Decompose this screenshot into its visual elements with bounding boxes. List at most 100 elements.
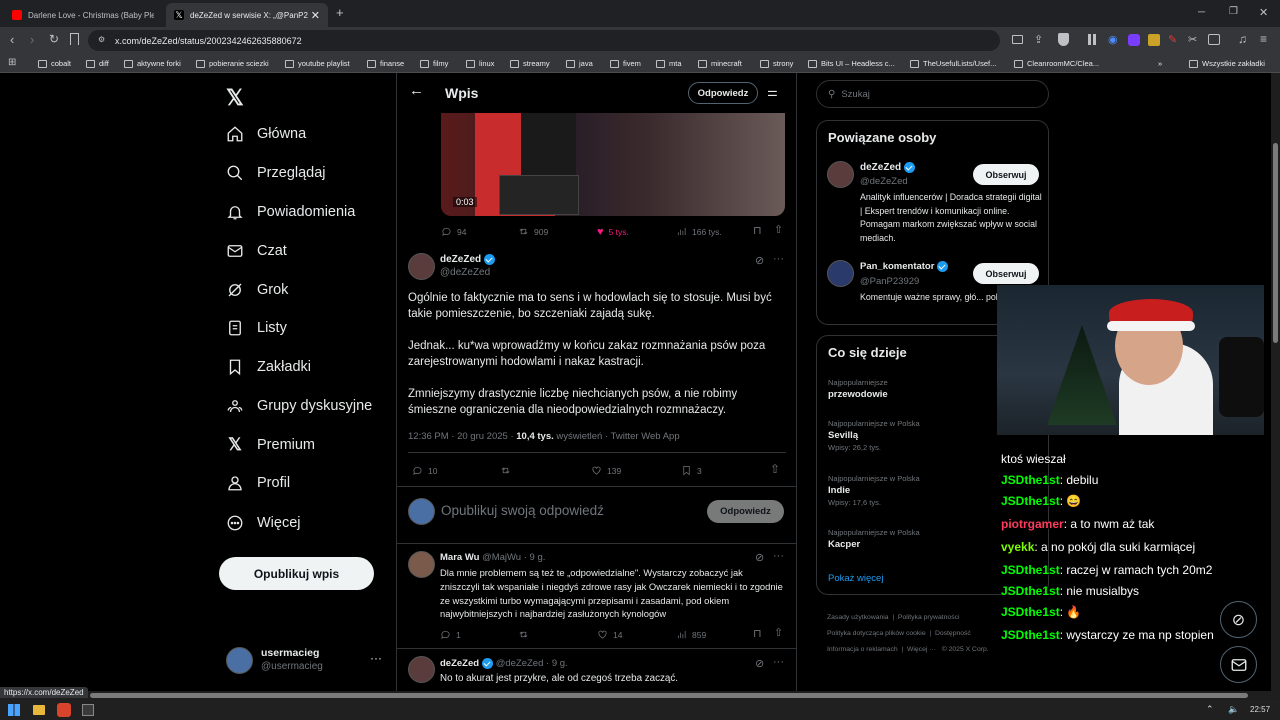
footer-link[interactable]: Zasady użytkowania xyxy=(827,614,889,621)
extension-icon-4[interactable]: ✎ xyxy=(1168,33,1177,46)
person-name[interactable]: deZeZed xyxy=(860,162,916,173)
repost-button[interactable] xyxy=(518,629,534,640)
footer-link[interactable]: Dostępność xyxy=(935,630,971,637)
trend-item[interactable]: Najpopularniejsze przewodowie xyxy=(828,378,888,400)
minimize-icon[interactable]: ─ xyxy=(1198,7,1205,18)
brave-browser-icon[interactable] xyxy=(57,703,71,717)
submit-reply-button[interactable]: Odpowiedz xyxy=(707,500,784,523)
menu-icon[interactable]: ≡ xyxy=(1260,32,1267,46)
share-icon[interactable]: ⇧ xyxy=(774,626,783,639)
extension-icon-5[interactable]: ✂ xyxy=(1188,33,1197,46)
like-count[interactable]: 139 xyxy=(591,465,621,476)
bookmark-item[interactable]: CleanroomMC/Clea... xyxy=(1014,56,1099,71)
trend-item[interactable]: Najpopularniejsze w Polska Kacper xyxy=(828,528,920,550)
bookmark-folder[interactable]: streamy xyxy=(510,56,550,71)
repost-count[interactable]: 909 xyxy=(518,226,548,237)
close-window-icon[interactable]: ✕ xyxy=(1259,6,1268,19)
app-icon[interactable] xyxy=(82,704,94,716)
bookmark-folder[interactable]: filmy xyxy=(420,56,448,71)
extension-icon-1[interactable]: ◉ xyxy=(1108,33,1118,46)
bookmark-folder[interactable]: java xyxy=(566,56,593,71)
bookmark-item[interactable]: pobieranie sciezki xyxy=(196,56,269,71)
new-tab-button[interactable]: + xyxy=(336,5,344,20)
reply-count[interactable]: 1 xyxy=(440,629,461,640)
bookmark-item[interactable]: youtube playlist xyxy=(285,56,350,71)
account-switcher[interactable]: usermacieg @usermacieg ··· xyxy=(226,645,386,677)
post-more-icon[interactable]: ··· xyxy=(773,253,784,265)
footer-link[interactable]: Informacja o reklamach xyxy=(827,646,898,653)
shield-icon[interactable] xyxy=(1058,33,1069,46)
bookmarks-overflow-button[interactable]: » xyxy=(1158,56,1162,71)
restore-icon[interactable]: ❐ xyxy=(1229,6,1238,17)
grok-float-icon[interactable]: ⊘ xyxy=(1220,601,1257,638)
bookmark-item[interactable]: TheUsefulLists/Usef... xyxy=(910,56,996,71)
sidebar-item-premium[interactable]: 𝕏 Premium xyxy=(226,432,315,458)
sidebar-item-notifications[interactable]: Powiadomienia xyxy=(226,199,355,225)
tray-chevron-icon[interactable]: ⌃ xyxy=(1206,704,1214,715)
avatar[interactable] xyxy=(827,161,854,188)
bookmark-icon[interactable]: ⊓ xyxy=(753,224,762,237)
vertical-scrollbar[interactable] xyxy=(1271,73,1280,691)
tab-youtube[interactable]: Darlene Love - Christmas (Baby Plea... xyxy=(4,3,162,27)
sidebar-item-explore[interactable]: Przeglądaj xyxy=(226,160,326,186)
horizontal-scrollbar[interactable] xyxy=(0,691,1280,700)
site-info-icon[interactable]: ⚙ xyxy=(98,35,105,44)
trend-item[interactable]: Najpopularniejsze w Polska Sevillą Wpisy… xyxy=(828,419,920,452)
bookmark-page-icon[interactable] xyxy=(70,33,79,45)
trend-item[interactable]: Najpopularniejsze w Polska Indie Wpisy: … xyxy=(828,474,920,507)
view-count[interactable]: 859 xyxy=(676,629,706,640)
grok-icon[interactable]: ⊘ xyxy=(755,551,764,564)
show-more-link[interactable]: Pokaż więcej xyxy=(828,573,883,584)
reply-count[interactable]: 94 xyxy=(441,226,466,237)
sidebar-item-profile[interactable]: Profil xyxy=(226,470,290,496)
like-count[interactable]: ♥ 5 tys. xyxy=(597,226,629,238)
share-icon[interactable]: ⇧ xyxy=(774,223,783,236)
sidebar-item-more[interactable]: Więcej xyxy=(226,510,301,536)
sidebar-item-home[interactable]: Główna xyxy=(226,121,306,147)
apps-grid-icon[interactable]: ⊞ xyxy=(8,57,16,68)
bookmark-folder[interactable]: strony xyxy=(760,56,793,71)
sidebar-item-chat[interactable]: Czat xyxy=(226,238,287,264)
bookmark-folder[interactable]: mta xyxy=(656,56,682,71)
footer-link[interactable]: Polityka prywatności xyxy=(898,614,960,621)
x-logo-icon[interactable]: 𝕏 xyxy=(226,85,244,111)
volume-icon[interactable]: 🔈 xyxy=(1228,704,1239,715)
bookmark-icon[interactable]: ⊓ xyxy=(753,627,762,640)
messages-float-icon[interactable] xyxy=(1220,646,1257,683)
post-button[interactable]: Opublikuj wpis xyxy=(219,557,374,590)
footer-link[interactable]: Polityka dotycząca plików cookie xyxy=(827,630,926,637)
all-bookmarks-folder[interactable]: Wszystkie zakładki xyxy=(1189,56,1265,71)
bookmark-folder[interactable]: minecraft xyxy=(698,56,742,71)
author-handle[interactable]: @deZeZed xyxy=(440,267,490,278)
reload-icon[interactable]: ↻ xyxy=(49,32,59,46)
avatar[interactable] xyxy=(408,656,435,683)
bookmark-folder[interactable]: linux xyxy=(466,56,494,71)
bookmark-folder[interactable]: fivem xyxy=(610,56,641,71)
post-more-icon[interactable]: ··· xyxy=(773,656,784,668)
search-input[interactable]: ⚲ Szukaj xyxy=(816,80,1049,108)
author-name[interactable]: deZeZed xyxy=(440,254,496,265)
bookmark-item[interactable]: cobalt xyxy=(38,56,71,71)
header-reply-button[interactable]: Odpowiedz xyxy=(688,82,758,104)
scrollbar-thumb[interactable] xyxy=(1273,143,1278,343)
bookmark-item[interactable]: diff xyxy=(86,56,109,71)
back-icon[interactable]: ‹ xyxy=(10,32,14,47)
filter-icon[interactable]: ⚌ xyxy=(767,85,778,99)
scrollbar-thumb[interactable] xyxy=(90,693,1248,698)
share-icon[interactable]: ⇪ xyxy=(1034,33,1043,46)
sidebar-item-communities[interactable]: Grupy dyskusyjne xyxy=(226,393,372,419)
forward-icon[interactable]: › xyxy=(30,32,34,47)
follow-button[interactable]: Obserwuj xyxy=(973,263,1039,284)
account-more-icon[interactable]: ··· xyxy=(370,651,382,665)
grok-icon[interactable]: ⊘ xyxy=(755,657,764,670)
bookmark-folder[interactable]: finanse xyxy=(367,56,404,71)
share-icon[interactable]: ⇧ xyxy=(770,462,780,476)
file-explorer-icon[interactable] xyxy=(33,705,45,715)
tab-x-post[interactable]: 𝕏 deZeZed w serwisie X: „@PanP2... ✕ xyxy=(166,3,328,27)
post-more-icon[interactable]: ··· xyxy=(773,550,784,562)
like-count[interactable]: 14 xyxy=(597,629,622,640)
reply-input[interactable]: Opublikuj swoją odpowiedź xyxy=(441,503,604,518)
sidebar-item-lists[interactable]: Listy xyxy=(226,315,287,341)
pause-extension-icon[interactable] xyxy=(1088,34,1091,45)
video-player[interactable]: 0:03 xyxy=(441,113,785,216)
